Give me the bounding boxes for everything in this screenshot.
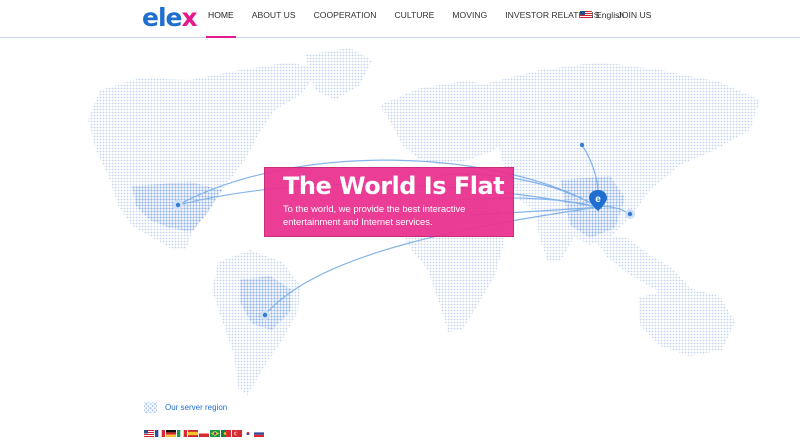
de-flag-icon	[166, 424, 176, 437]
server-region-swatch	[144, 402, 157, 413]
elex-logo[interactable]: elex	[142, 4, 198, 32]
us-flag-icon	[580, 11, 592, 19]
hero-banner: The World Is Flat To the world, we provi…	[264, 167, 514, 237]
world-map: e	[88, 48, 760, 395]
nav-about-us[interactable]: ABOUT US	[243, 0, 305, 37]
map-legend: Our server region	[144, 402, 227, 413]
it-flag-icon	[177, 424, 187, 437]
ru-flag-icon	[254, 424, 264, 437]
es-flag-icon	[188, 424, 198, 437]
hero-subtitle: To the world, we provide the best intera…	[283, 203, 466, 227]
br-flag-icon	[210, 424, 220, 437]
legend-label: Our server region	[165, 403, 228, 412]
language-label: English	[596, 10, 625, 20]
pl-flag-icon	[199, 424, 209, 437]
pt-flag-icon	[221, 424, 231, 437]
us-flag-icon	[144, 424, 154, 437]
server-flags	[144, 424, 264, 438]
fr-flag-icon	[155, 424, 165, 437]
site-header: elex HOME ABOUT US COOPERATION CULTURE M…	[0, 0, 800, 38]
kr-flag-icon	[242, 424, 254, 438]
language-selector[interactable]: English	[580, 10, 624, 20]
tr-flag-icon	[232, 424, 242, 437]
nav-moving[interactable]: MOVING	[443, 0, 496, 37]
nav-home[interactable]: HOME	[199, 0, 243, 38]
nav-culture[interactable]: CULTURE	[385, 0, 443, 37]
hero-title: The World Is Flat	[283, 172, 505, 200]
nav-cooperation[interactable]: COOPERATION	[305, 0, 386, 37]
svg-text:e: e	[595, 194, 601, 205]
